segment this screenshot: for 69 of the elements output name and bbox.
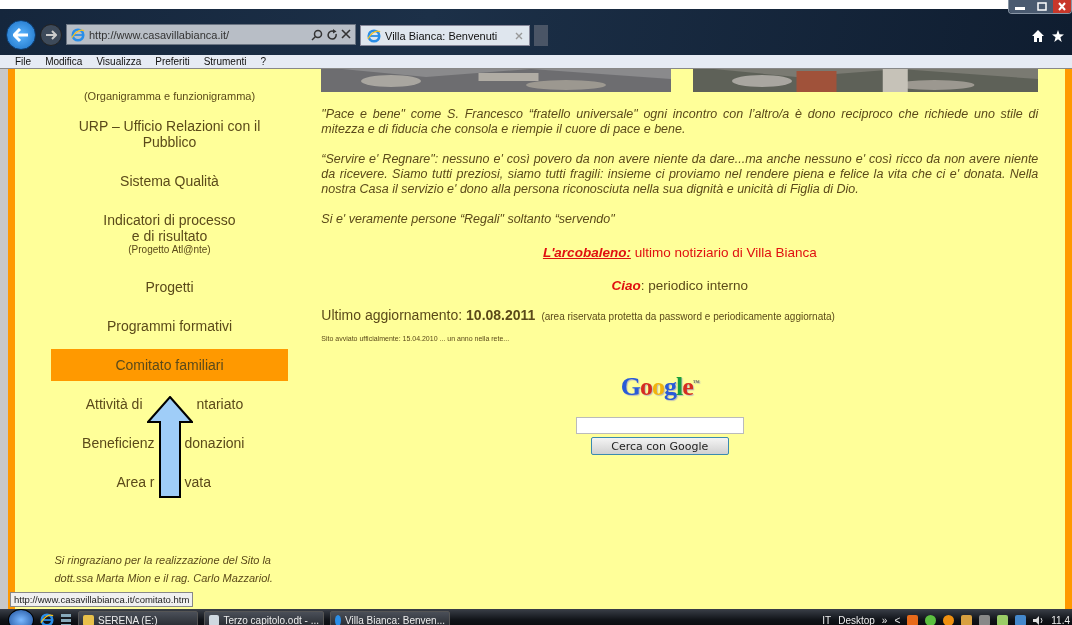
show-hidden-icons[interactable]: < xyxy=(894,614,901,625)
sidebar-link[interactable]: Sistema Qualità xyxy=(51,173,288,189)
tray-icon[interactable] xyxy=(1015,614,1027,625)
taskbar-button[interactable]: Terzo capitolo.odt - ... xyxy=(204,611,324,625)
browser-icon[interactable] xyxy=(40,613,54,625)
update-note: (area riservata protetta da password e periodicamente aggiornata) xyxy=(541,311,835,322)
menu-item[interactable]: Modifica xyxy=(45,56,83,67)
sidebar-link-fragment[interactable]: Beneficienz xyxy=(82,435,155,451)
star-icon[interactable] xyxy=(1052,30,1064,42)
toolbar-label[interactable]: Desktop xyxy=(838,614,875,625)
sidebar-link[interactable]: Indicatori di processo xyxy=(51,212,288,228)
close-button[interactable] xyxy=(1053,0,1071,13)
sidebar-link-fragment[interactable]: Attività di xyxy=(85,396,143,412)
last-update-text: Ultimo aggiornamento: 10.08.2011 xyxy=(321,307,536,323)
publication-line: Ciao: periodico interno xyxy=(610,278,750,293)
sidebar-link-fragment[interactable]: Area r xyxy=(116,474,155,490)
search-field[interactable] xyxy=(575,417,744,434)
address-bar[interactable]: http://www.casavillabianca.it/ xyxy=(66,24,356,45)
search-logo: Google$^{™}$ xyxy=(620,372,699,402)
taskbar-button[interactable]: Villa Bianca: Benven... xyxy=(330,611,450,625)
intro-paragraph: "Pace e bene" come S. Francesco “fratello universale" ogni incontro con l’altro/a è dono reciproco che richiede uno stile di mitezza e di fiducia che consola e riempie il cuore di pace e bene. xyxy=(321,107,1039,137)
clock[interactable]: 11.4 xyxy=(1051,614,1070,625)
tray-icon[interactable] xyxy=(943,614,955,625)
toolbar-chevron[interactable]: » xyxy=(881,614,888,625)
menu-item[interactable]: Preferiti xyxy=(155,56,190,67)
forward-button[interactable] xyxy=(40,24,62,46)
minimize-button[interactable] xyxy=(1009,0,1031,13)
tray-icon[interactable] xyxy=(979,614,991,625)
credits-text: Si ringraziano per la realizzazione del Sito la dott.ssa Marta Mion e il rag. Carlo Mazzariol. xyxy=(54,553,274,586)
refresh-icon[interactable] xyxy=(327,28,338,41)
search-button[interactable]: Cerca con Google xyxy=(590,437,729,455)
sidebar-note: (Progetto Atl@nte) xyxy=(127,244,212,256)
start-button[interactable] xyxy=(8,609,34,625)
sidebar-link-fragment[interactable]: ntariato xyxy=(196,396,244,412)
search-icon[interactable] xyxy=(310,28,324,41)
sidebar-link[interactable]: Programmi formativi xyxy=(51,318,288,334)
home-icon[interactable] xyxy=(1032,30,1044,42)
sidebar-caption: (Organigramma e funzionigramma) xyxy=(82,89,257,104)
sidebar-link[interactable]: URP – Ufficio Relazioni con il xyxy=(51,118,288,134)
speaker-icon[interactable] xyxy=(1033,614,1045,625)
sidebar-link[interactable]: e di risultato xyxy=(51,228,288,244)
publication-link[interactable]: Ciao xyxy=(611,278,641,293)
sidebar-link-fragment[interactable]: donazioni xyxy=(184,435,245,451)
close-icon[interactable] xyxy=(341,28,351,39)
language-indicator[interactable]: IT xyxy=(822,614,832,625)
switch-windows-icon[interactable] xyxy=(60,613,72,625)
publication-link[interactable]: L'arcobaleno: xyxy=(542,245,631,260)
tray-icon[interactable] xyxy=(907,614,919,625)
tray-icon[interactable] xyxy=(961,614,973,625)
tray-icon[interactable] xyxy=(997,614,1009,625)
sidebar-item-highlight[interactable]: Comitato familiari xyxy=(51,349,288,381)
sidebar-link-fragment[interactable]: vata xyxy=(184,474,211,490)
sidebar-link[interactable]: Comitato familiari xyxy=(51,357,288,373)
menu-item[interactable]: File xyxy=(15,56,32,67)
menu-item[interactable]: Strumenti xyxy=(203,56,247,67)
menu-item[interactable]: ? xyxy=(260,56,267,67)
sidebar-link[interactable]: Progetti xyxy=(51,279,288,295)
status-tooltip: http://www.casavillabianca.it/comitato.htm xyxy=(10,592,194,607)
left-arrow-icon xyxy=(13,28,29,42)
back-button[interactable] xyxy=(6,20,36,50)
right-arrow-icon xyxy=(45,30,57,40)
intro-paragraph: “Servire e' Regnare": nessuno e' così povero da non avere niente da dare...ma anche nessuno e' così ricco da non avere niente da ricevere. Siamo tutti preziosi, siamo tutti fragili: insieme ci proviamo nel rendere piena e felice la vita che ci e' donata. Nella nostra Casa il servizio e' dono alla persona riconosciuta nella sua dignità e unicità di Figlia di Dio. xyxy=(321,152,1039,197)
tray-icon[interactable] xyxy=(925,614,937,625)
maximize-button[interactable] xyxy=(1031,0,1053,13)
sidebar-link[interactable]: Pubblico xyxy=(51,134,288,150)
intro-paragraph: Si e' veramente persone “Regali" soltanto “servendo" xyxy=(321,212,616,227)
taskbar-button[interactable]: SERENA (E:) xyxy=(78,611,198,625)
menu-item[interactable]: Visualizza xyxy=(96,56,142,67)
publication-line: L'arcobaleno: ultimo notiziario di Villa Bianca xyxy=(541,245,818,260)
